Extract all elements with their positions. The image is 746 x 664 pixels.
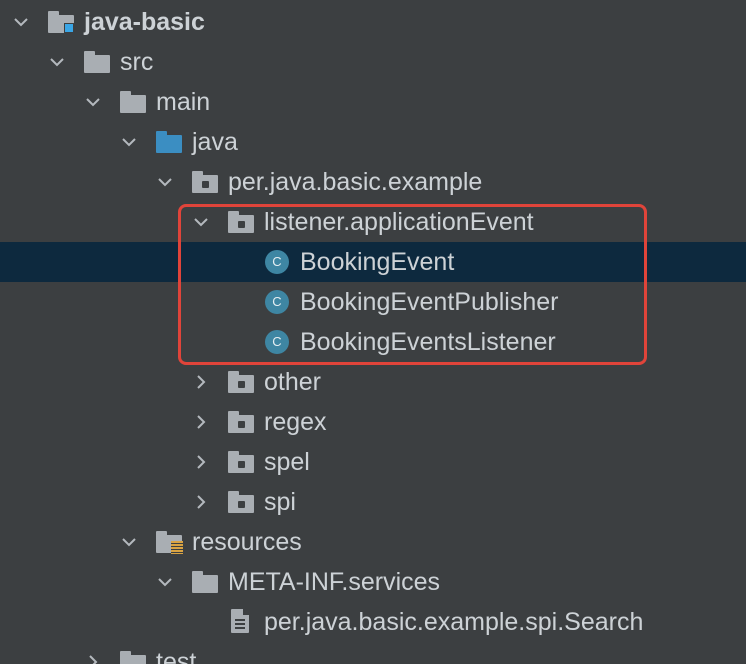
tree-row-label: spi <box>264 488 296 516</box>
chevron-down-icon[interactable] <box>120 133 138 151</box>
chevron-down-icon[interactable] <box>156 573 174 591</box>
tree-row-label: main <box>156 88 211 116</box>
chevron-down-icon[interactable] <box>156 173 174 191</box>
chevron-down-icon[interactable] <box>192 213 210 231</box>
project-tree-panel: java-basic src main java per.java.basic.exam… <box>0 0 746 664</box>
folder-icon <box>120 651 146 664</box>
chevron-down-icon[interactable] <box>12 13 30 31</box>
tree-row-label: regex <box>264 408 327 436</box>
package-icon <box>228 491 254 513</box>
chevron-down-icon[interactable] <box>48 53 66 71</box>
tree-row-label: BookingEventPublisher <box>300 288 559 316</box>
tree-row-label: BookingEventsListener <box>300 328 556 356</box>
tree-row-label: BookingEvent <box>300 248 455 276</box>
folder-icon <box>192 571 218 593</box>
tree-row-label: src <box>120 48 154 76</box>
tree-row-label: java-basic <box>84 8 205 36</box>
chevron-right-icon[interactable] <box>192 413 210 431</box>
tree-row-listener-applicationevent[interactable]: listener.applicationEvent <box>0 202 746 242</box>
tree-row-label: other <box>264 368 321 396</box>
tree-row-label: resources <box>192 528 302 556</box>
chevron-down-icon[interactable] <box>84 93 102 111</box>
tree-row-bookingevent[interactable]: C BookingEvent <box>0 242 746 282</box>
resources-folder-icon <box>156 531 183 554</box>
tree-row-java-basic[interactable]: java-basic <box>0 2 746 42</box>
tree-row-per-java-basic-example-spi-search[interactable]: per.java.basic.example.spi.Search <box>0 602 746 642</box>
tree-row-test[interactable]: test <box>0 642 746 664</box>
tree-row-label: META-INF.services <box>228 568 441 596</box>
chevron-right-icon[interactable] <box>192 493 210 511</box>
source-folder-icon <box>156 131 182 153</box>
tree-row-label: per.java.basic.example <box>228 168 483 196</box>
chevron-down-icon[interactable] <box>120 533 138 551</box>
tree-row-main[interactable]: main <box>0 82 746 122</box>
tree-row-label: java <box>192 128 238 156</box>
package-icon <box>228 211 254 233</box>
tree-row-src[interactable]: src <box>0 42 746 82</box>
tree-row-per-java-basic-example[interactable]: per.java.basic.example <box>0 162 746 202</box>
package-icon <box>228 451 254 473</box>
tree-row-label: listener.applicationEvent <box>264 208 534 236</box>
tree-row-spi[interactable]: spi <box>0 482 746 522</box>
folder-icon <box>120 91 146 113</box>
chevron-right-icon[interactable] <box>192 373 210 391</box>
tree-row-regex[interactable]: regex <box>0 402 746 442</box>
tree-row-spel[interactable]: spel <box>0 442 746 482</box>
tree-row-other[interactable]: other <box>0 362 746 402</box>
package-icon <box>228 411 254 433</box>
class-icon: C <box>264 250 290 274</box>
tree-row-meta-inf-services[interactable]: META-INF.services <box>0 562 746 602</box>
tree-row-label: test <box>156 648 197 664</box>
package-icon <box>228 371 254 393</box>
tree-row-bookingeventslistener[interactable]: C BookingEventsListener <box>0 322 746 362</box>
tree-row-java[interactable]: java <box>0 122 746 162</box>
tree-row-resources[interactable]: resources <box>0 522 746 562</box>
tree-row-bookingeventpublisher[interactable]: C BookingEventPublisher <box>0 282 746 322</box>
chevron-right-icon[interactable] <box>84 653 102 664</box>
class-icon: C <box>264 290 290 314</box>
file-icon <box>228 609 254 633</box>
tree-row-label: spel <box>264 448 310 476</box>
class-icon: C <box>264 330 290 354</box>
module-folder-icon <box>48 11 74 33</box>
package-icon <box>192 171 218 193</box>
tree-row-label: per.java.basic.example.spi.Search <box>264 608 644 636</box>
chevron-right-icon[interactable] <box>192 453 210 471</box>
folder-icon <box>84 51 110 73</box>
